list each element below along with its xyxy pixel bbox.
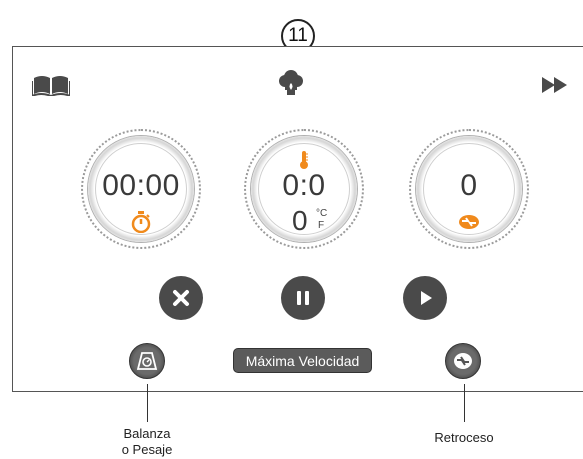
scale-button[interactable] [129,343,165,379]
reverse-button[interactable] [445,343,481,379]
stopwatch-icon [131,211,151,238]
timer-value: 00:00 [102,169,180,202]
scale-callout: Balanza o Pesaje [97,426,197,458]
reverse-callout: Retroceso [434,430,494,445]
device-screen: 00:00 0:0 0 °C F 0 [12,46,583,392]
scale-icon [136,352,158,370]
scale-callout-line1: Balanza [123,426,171,441]
scale-callout-line [147,384,148,422]
play-icon [421,291,432,305]
timer-dial[interactable]: 00:00 [81,129,201,249]
temperature-time-value: 0:0 [282,169,326,202]
max-speed-label: Máxima Velocidad [245,352,360,369]
reverse-rotation-icon [458,213,480,236]
close-icon [173,290,189,306]
step-number: 11 [288,25,308,46]
unit-fahrenheit: F [318,220,325,231]
book-icon[interactable] [31,73,71,97]
fast-forward-icon[interactable] [541,75,569,95]
pause-icon [297,291,309,305]
temperature-dial[interactable]: 0:0 0 °C F [244,129,364,249]
cancel-button[interactable] [159,276,203,320]
reverse-icon [454,353,472,369]
max-speed-button[interactable]: Máxima Velocidad [233,348,372,373]
pause-button[interactable] [281,276,325,320]
temperature-value: 0 [292,205,309,236]
reverse-callout-line [464,384,465,422]
chef-hat-icon[interactable] [276,69,306,99]
unit-celsius: °C [316,208,328,219]
play-button[interactable] [403,276,447,320]
speed-dial[interactable]: 0 [409,129,529,249]
speed-value: 0 [460,169,478,202]
scale-callout-line2: o Pesaje [121,442,173,457]
